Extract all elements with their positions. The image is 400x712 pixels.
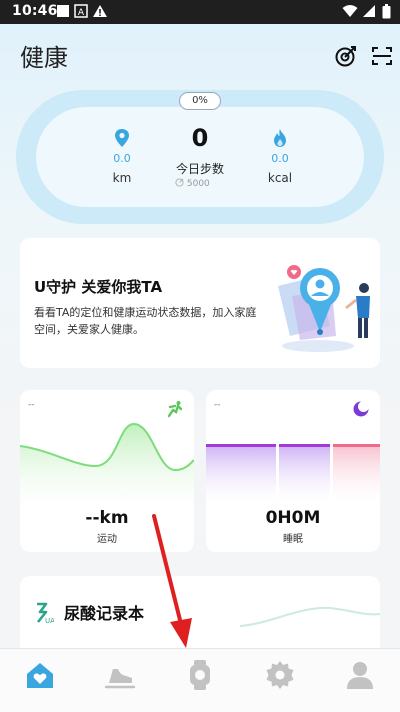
calories-unit: kcal	[267, 171, 293, 185]
calories-stat: 0.0 kcal	[258, 128, 302, 185]
steps-label: 今日步数	[175, 162, 224, 176]
distance-value: 0.0	[113, 152, 131, 165]
running-icon	[167, 401, 183, 418]
bottom-nav	[0, 648, 400, 712]
status-bar: 10:46 A	[0, 0, 400, 24]
nav-watch-icon[interactable]	[184, 659, 216, 691]
steps-goal-value: 5000	[186, 179, 210, 189]
activity-ring-inner	[36, 107, 364, 207]
nav-home-heart-icon[interactable]	[24, 659, 56, 691]
guard-card-description: 看看TA的定位和健康运动状态数据，加入家庭空间，关爱家人健康。	[34, 306, 257, 336]
nav-gear-icon[interactable]	[264, 659, 296, 691]
exercise-label: 运动	[97, 534, 117, 545]
sleep-card[interactable]: -- 0H0M 睡眠	[206, 390, 380, 552]
steps-goal: 5000	[175, 178, 235, 189]
uric-acid-trend	[240, 606, 380, 627]
image-icon	[57, 5, 69, 17]
battery-icon	[382, 4, 391, 19]
wifi-icon	[342, 5, 358, 17]
distance-unit: km	[112, 171, 132, 185]
steps-value: 0	[191, 124, 209, 152]
goal-icon	[175, 178, 184, 187]
scan-icon[interactable]	[370, 44, 394, 68]
moon-icon	[353, 401, 369, 417]
uric-acid-card[interactable]: UA 尿酸记录本	[20, 576, 380, 656]
nav-person-icon[interactable]	[344, 659, 376, 691]
exercise-card[interactable]: -- --km 运动	[20, 390, 194, 552]
flame-icon	[274, 129, 286, 147]
sleep-date: --	[214, 400, 221, 410]
guard-card-title: U守护 关爱你我TA	[34, 278, 163, 296]
sleep-stage-chart	[206, 444, 380, 504]
svg-text:UA: UA	[45, 617, 54, 624]
sleep-label: 睡眠	[283, 534, 303, 545]
family-guard-illustration	[278, 265, 370, 352]
signal-icon	[363, 5, 375, 17]
warning-icon	[93, 5, 107, 17]
sleep-value: 0H0M	[265, 508, 321, 528]
nav-shoe-icon[interactable]	[104, 659, 136, 691]
distance-stat: 0.0 km	[100, 128, 144, 185]
location-pin-icon	[115, 129, 129, 147]
target-icon[interactable]	[334, 44, 358, 68]
status-time: 10:46	[12, 3, 58, 19]
exercise-trend-chart	[20, 422, 194, 510]
notification-icon: A	[74, 4, 88, 18]
svg-text:A: A	[78, 8, 85, 18]
guard-card[interactable]: U守护 关爱你我TA 看看TA的定位和健康运动状态数据，加入家庭空间，关爱家人健…	[20, 238, 380, 368]
uric-acid-title: 尿酸记录本	[64, 604, 145, 623]
exercise-value: --km	[85, 508, 129, 528]
page-title: 健康	[20, 44, 68, 72]
uric-acid-icon: UA	[36, 602, 54, 624]
progress-percent-badge: 0%	[179, 92, 221, 110]
exercise-date: --	[28, 400, 35, 410]
calories-value: 0.0	[271, 152, 289, 165]
